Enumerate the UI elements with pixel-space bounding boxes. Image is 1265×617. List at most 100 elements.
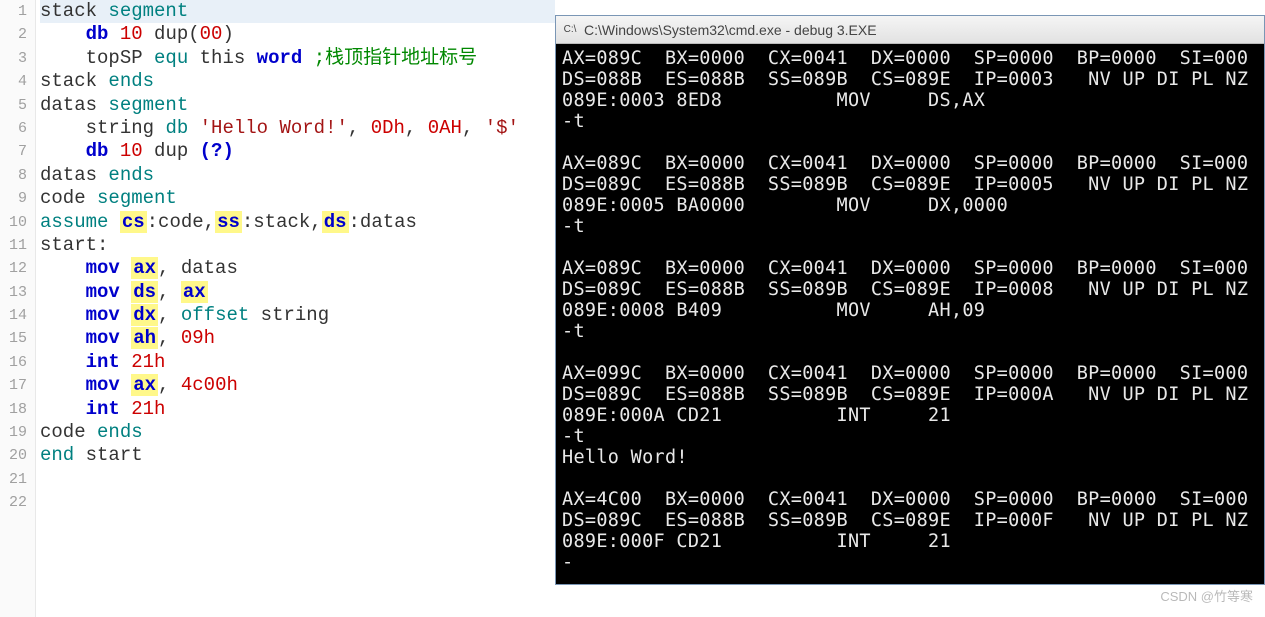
code-line[interactable]: topSP equ this word ;栈顶指针地址标号 xyxy=(40,47,555,70)
code-line[interactable]: datas ends xyxy=(40,164,555,187)
line-number: 4 xyxy=(0,70,27,93)
code-line[interactable]: mov ah, 09h xyxy=(40,327,555,350)
token: stack xyxy=(40,0,108,22)
line-number: 18 xyxy=(0,398,27,421)
line-number: 7 xyxy=(0,140,27,163)
code-line[interactable]: db 10 dup(00) xyxy=(40,23,555,46)
token: end xyxy=(40,444,74,466)
token: this xyxy=(188,47,256,69)
code-line[interactable]: mov ax, datas xyxy=(40,257,555,280)
token: db xyxy=(86,140,109,162)
token xyxy=(120,398,131,420)
token: segment xyxy=(108,0,188,22)
code-line[interactable]: end start xyxy=(40,444,555,467)
code-line[interactable]: int 21h xyxy=(40,398,555,421)
code-line[interactable]: int 21h xyxy=(40,351,555,374)
token: segment xyxy=(97,187,177,209)
code-line[interactable]: mov ds, ax xyxy=(40,281,555,304)
token: ends xyxy=(97,421,143,443)
cmd-window[interactable]: C:\ C:\Windows\System32\cmd.exe - debug … xyxy=(555,15,1265,585)
token xyxy=(108,23,119,45)
code-line[interactable]: datas segment xyxy=(40,94,555,117)
token xyxy=(120,327,131,349)
token: (?) xyxy=(200,140,234,162)
token: topSP xyxy=(86,47,154,69)
token: cs xyxy=(120,211,147,233)
code-line[interactable]: string db 'Hello Word!', 0Dh, 0AH, '$' xyxy=(40,117,555,140)
line-number: 20 xyxy=(0,444,27,467)
token: , xyxy=(462,117,485,139)
token xyxy=(120,351,131,373)
token: mov xyxy=(86,257,120,279)
token: ds xyxy=(131,281,158,303)
line-number: 22 xyxy=(0,491,27,514)
token: '$' xyxy=(485,117,519,139)
code-line[interactable]: stack segment xyxy=(40,0,555,23)
token: , xyxy=(158,304,181,326)
code-line[interactable]: db 10 dup (?) xyxy=(40,140,555,163)
token: start xyxy=(74,444,142,466)
token: db xyxy=(165,117,188,139)
token: int xyxy=(86,351,120,373)
cmd-titlebar[interactable]: C:\ C:\Windows\System32\cmd.exe - debug … xyxy=(556,16,1264,44)
token: dx xyxy=(131,304,158,326)
token: ss xyxy=(215,211,242,233)
line-number: 21 xyxy=(0,468,27,491)
line-number: 9 xyxy=(0,187,27,210)
token: 'Hello Word!' xyxy=(200,117,348,139)
token: 4c00h xyxy=(181,374,238,396)
token: 00 xyxy=(200,23,223,45)
token: ah xyxy=(131,327,158,349)
watermark: CSDN @竹等寒 xyxy=(1160,586,1253,605)
token: :datas xyxy=(349,211,417,233)
token: ax xyxy=(131,257,158,279)
token: ends xyxy=(108,164,154,186)
code-line[interactable]: code ends xyxy=(40,421,555,444)
line-number: 19 xyxy=(0,421,27,444)
token: segment xyxy=(108,94,188,116)
token: mov xyxy=(86,304,120,326)
token: ) xyxy=(222,23,233,45)
token xyxy=(188,117,199,139)
line-number: 2 xyxy=(0,23,27,46)
line-number: 8 xyxy=(0,164,27,187)
token: 0AH xyxy=(428,117,462,139)
token xyxy=(120,281,131,303)
token: :code, xyxy=(147,211,215,233)
code-line[interactable]: start: xyxy=(40,234,555,257)
line-gutter: 12345678910111213141516171819202122 xyxy=(0,0,36,617)
code-line[interactable]: stack ends xyxy=(40,70,555,93)
token: mov xyxy=(86,374,120,396)
token: datas xyxy=(40,94,108,116)
token: , xyxy=(158,327,181,349)
terminal-output[interactable]: AX=089C BX=0000 CX=0041 DX=0000 SP=0000 … xyxy=(556,44,1264,577)
token xyxy=(302,47,313,69)
token: 10 xyxy=(120,140,143,162)
line-number: 17 xyxy=(0,374,27,397)
token: int xyxy=(86,398,120,420)
code-line[interactable]: mov ax, 4c00h xyxy=(40,374,555,397)
line-number: 3 xyxy=(0,47,27,70)
code-line[interactable]: mov dx, offset string xyxy=(40,304,555,327)
token: ;栈顶指针地址标号 xyxy=(314,47,477,69)
token: equ xyxy=(154,47,188,69)
token: 10 xyxy=(120,23,143,45)
code-editor-pane[interactable]: 12345678910111213141516171819202122 stac… xyxy=(0,0,555,617)
line-number: 11 xyxy=(0,234,27,257)
token: code xyxy=(40,421,97,443)
token: dup xyxy=(143,140,200,162)
code-line[interactable]: assume cs:code,ss:stack,ds:datas xyxy=(40,211,555,234)
token xyxy=(120,374,131,396)
token: string xyxy=(249,304,329,326)
code-line[interactable]: code segment xyxy=(40,187,555,210)
token: , datas xyxy=(158,257,238,279)
code-area[interactable]: stack segment db 10 dup(00) topSP equ th… xyxy=(36,0,555,617)
token xyxy=(108,211,119,233)
code-line[interactable] xyxy=(40,468,555,491)
token: mov xyxy=(86,327,120,349)
token: word xyxy=(257,47,303,69)
line-number: 15 xyxy=(0,327,27,350)
code-line[interactable] xyxy=(40,491,555,514)
token: :stack, xyxy=(242,211,322,233)
token: 0Dh xyxy=(371,117,405,139)
